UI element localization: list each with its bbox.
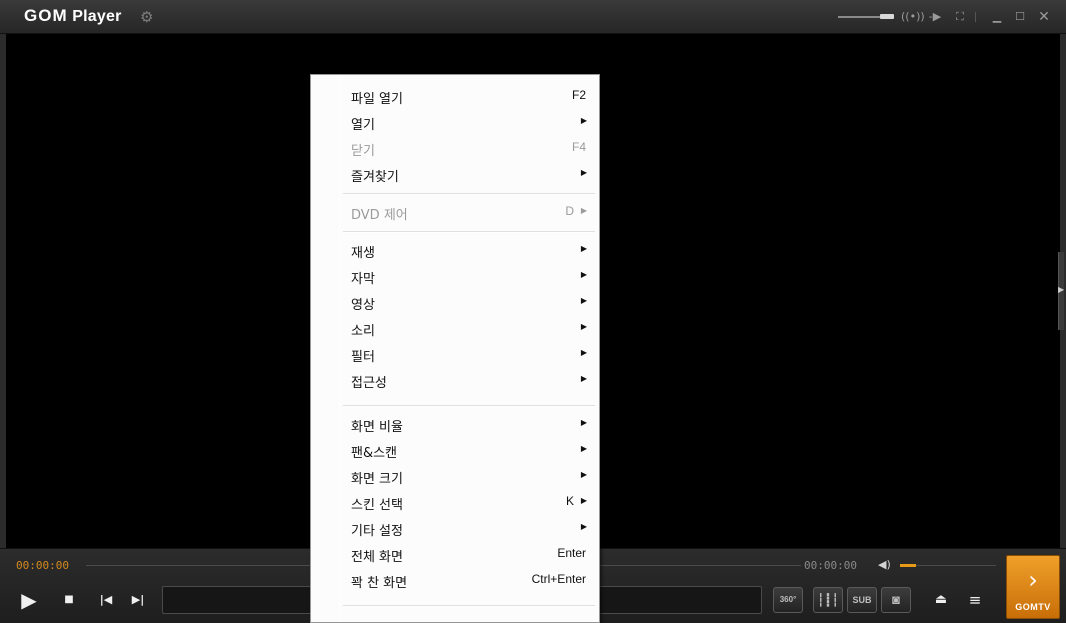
menu-item-shortcut: F2 [571, 88, 586, 102]
menu-item[interactable]: 재생 ▶ [314, 237, 598, 263]
menu-item-shortcut: D [565, 204, 574, 218]
screen-capture-button[interactable]: ◙ [881, 587, 911, 613]
titlebar-divider [975, 12, 976, 22]
menu-item-shortcut: Ctrl+Enter [531, 572, 586, 586]
submenu-arrow-icon: ▶ [580, 322, 587, 331]
submenu-arrow-icon: ▶ [580, 116, 587, 125]
menu-item-label: 영상 [351, 298, 375, 313]
menu-item-label: 닫기 [351, 144, 375, 159]
gomtv-button[interactable]: › GOMTV [1006, 555, 1060, 619]
title-bar[interactable]: GOM Player ⚙ ((•)) -▶ ⛶ ▁ ☐ ✕ [0, 0, 1066, 34]
menu-item[interactable]: 파일 열기 F2 [314, 83, 598, 109]
menu-item-label: 접근성 [351, 376, 387, 391]
submenu-arrow-icon: ▶ [580, 496, 587, 505]
menu-item-label: 필터 [351, 350, 375, 365]
vr360-button[interactable]: 360° [773, 587, 803, 613]
submenu-arrow-icon: ▶ [580, 296, 587, 305]
minimize-icon[interactable]: ▁ [988, 9, 1006, 25]
gear-icon[interactable]: ⚙ [140, 9, 156, 25]
camera-icon: ◙ [892, 592, 900, 607]
submenu-arrow-icon: ▶ [580, 444, 587, 453]
menu-separator [343, 231, 595, 233]
previous-button[interactable]: |◀ [98, 591, 114, 609]
submenu-arrow-icon: ▶ [580, 470, 587, 479]
menu-item-label: 즐겨찾기 [351, 170, 399, 185]
menu-item[interactable]: 영상 ▶ [314, 289, 598, 315]
app-name-rest: Player [67, 8, 122, 25]
chevron-right-icon: ▶ [1058, 285, 1065, 294]
app-name-bold: GOM [24, 6, 68, 25]
speaker-icon[interactable]: ◀) [878, 558, 891, 571]
menu-item-label: 스킨 선택 [351, 498, 403, 513]
menu-item-shortcut: K [565, 494, 574, 508]
menu-item-label: 파일 열기 [351, 92, 403, 107]
current-time: 00:00:00 [16, 559, 69, 572]
menu-item-label: 팬&스캔 [351, 446, 398, 461]
menu-item[interactable]: 팬&스캔 ▶ [314, 437, 598, 463]
menu-item[interactable]: 필터 ▶ [314, 341, 598, 367]
menu-item-shortcut: F4 [571, 140, 586, 154]
chevron-right-icon: › [1028, 566, 1038, 594]
stop-button[interactable]: ■ [62, 592, 76, 608]
top-volume-slider-handle[interactable] [880, 14, 894, 19]
menu-item[interactable]: 열기 ▶ [314, 109, 598, 135]
menu-item[interactable]: 즐겨찾기 ▶ [314, 161, 598, 187]
menu-item: DVD 제어 D ▶ [314, 199, 598, 225]
equalizer-icon: ┆┋┆ [817, 593, 839, 607]
submenu-arrow-icon: ▶ [580, 348, 587, 357]
menu-item-label: DVD 제어 [351, 208, 408, 223]
menu-item[interactable]: 전체 화면 Enter [314, 541, 598, 567]
menu-separator [343, 405, 595, 407]
menu-separator [343, 193, 595, 195]
menu-item[interactable]: 화면 크기 ▶ [314, 463, 598, 489]
menu-item-label: 열기 [351, 118, 375, 133]
top-volume-slider[interactable] [838, 16, 882, 18]
context-menu: 파일 열기 F2 열기 ▶ 닫기 F4 즐겨찾기 ▶ DVD 제어 D ▶ 재생 ▶ 자막 ▶ 영상 ▶ 소리 ▶ 필… [310, 74, 600, 623]
menu-item[interactable]: 기타 설정 ▶ [314, 515, 598, 541]
menu-separator [343, 605, 595, 607]
menu-item[interactable]: 스킨 선택 K ▶ [314, 489, 598, 515]
submenu-arrow-icon: ▶ [580, 522, 587, 531]
fullscreen-icon[interactable]: ⛶ [951, 9, 969, 25]
submenu-arrow-icon: ▶ [580, 374, 587, 383]
maximize-icon[interactable]: ☐ [1011, 9, 1029, 25]
subtitle-button[interactable]: SUB [847, 587, 877, 613]
submenu-arrow-icon: ▶ [580, 206, 587, 215]
menu-item[interactable]: 자막 ▶ [314, 263, 598, 289]
menu-item-label: 꽉 찬 화면 [351, 576, 408, 591]
submenu-arrow-icon: ▶ [580, 270, 587, 279]
menu-item-label: 기타 설정 [351, 524, 403, 539]
broadcast-icon[interactable]: ((•)) [901, 9, 925, 25]
play-next-icon[interactable]: -▶ [926, 9, 944, 25]
eject-button[interactable]: ⏏ [932, 591, 950, 609]
volume-slider-fill[interactable] [900, 564, 916, 567]
eject-icon: ⏏ [934, 592, 948, 607]
menu-item-label: 화면 크기 [351, 472, 403, 487]
menu-item-label: 재생 [351, 246, 375, 261]
equalizer-button[interactable]: ┆┋┆ [813, 587, 843, 613]
play-button[interactable]: ▶ [18, 589, 40, 611]
menu-item[interactable]: 접근성 ▶ [314, 367, 598, 393]
gomtv-label: GOMTV [1015, 602, 1051, 612]
total-time: 00:00:00 [804, 559, 857, 572]
menu-item: 닫기 F4 [314, 135, 598, 161]
menu-item[interactable]: 소리 ▶ [314, 315, 598, 341]
submenu-arrow-icon: ▶ [580, 168, 587, 177]
menu-item-shortcut: Enter [557, 546, 586, 560]
menu-item[interactable]: 화면 비율 ▶ [314, 411, 598, 437]
close-icon[interactable]: ✕ [1035, 9, 1053, 25]
menu-item-label: 화면 비율 [351, 420, 403, 435]
hamburger-icon: ≡ [968, 591, 982, 609]
submenu-arrow-icon: ▶ [580, 244, 587, 253]
gom-player-window: GOM Player ⚙ ((•)) -▶ ⛶ ▁ ☐ ✕ ▶ 00:00:00… [0, 0, 1066, 623]
menu-item-label: 소리 [351, 324, 375, 339]
menu-item[interactable]: 꽉 찬 화면 Ctrl+Enter [314, 567, 598, 593]
next-button[interactable]: ▶| [130, 591, 146, 609]
app-logo: GOM Player [24, 6, 122, 26]
menu-button[interactable]: ≡ [966, 591, 984, 609]
menu-item-label: 자막 [351, 272, 375, 287]
submenu-arrow-icon: ▶ [580, 418, 587, 427]
menu-item-label: 전체 화면 [351, 550, 403, 565]
volume-slider[interactable] [916, 565, 996, 566]
